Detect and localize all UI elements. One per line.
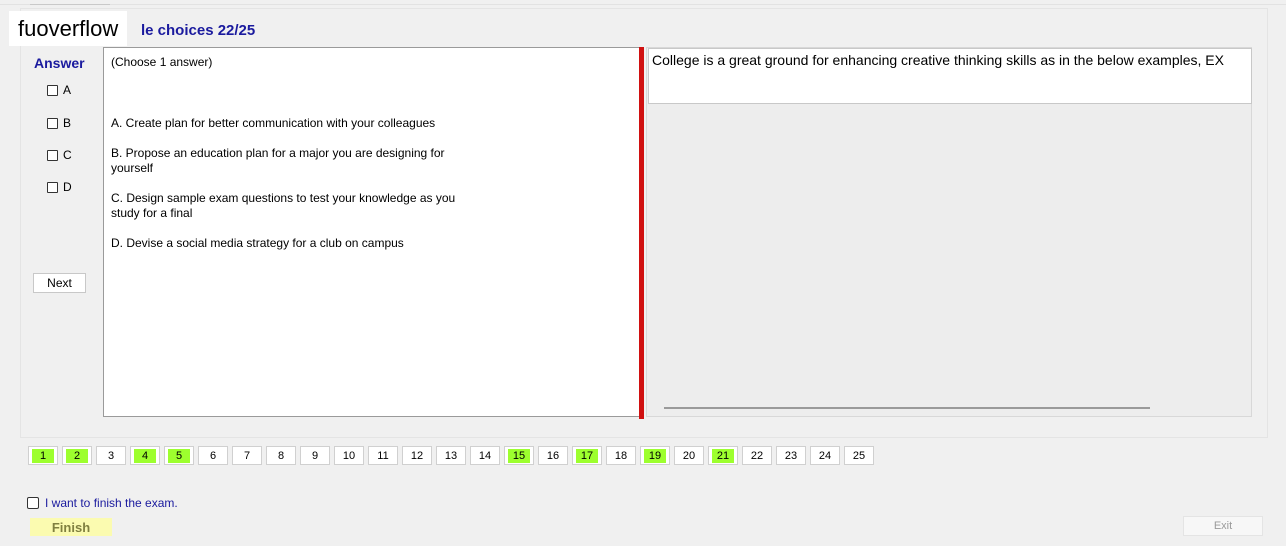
- question-nav-number: 13: [444, 449, 458, 462]
- question-navigator: 1 2 3 4 5 6 7 8 9 10 11 12 13 14 15 16 17 18 19 20 21 22 23 24 2…: [28, 446, 874, 465]
- question-nav-button[interactable]: 7: [232, 446, 262, 465]
- question-nav-number: 9: [311, 449, 319, 462]
- top-tab-edge: [30, 0, 110, 5]
- choice-b-text: B. Propose an education plan for a major…: [111, 146, 445, 175]
- question-nav-number: 4: [134, 448, 156, 463]
- question-nav-button[interactable]: 4: [130, 446, 160, 465]
- question-nav-number: 19: [643, 448, 667, 463]
- question-nav-number: 22: [750, 449, 764, 462]
- question-nav-button[interactable]: 2: [62, 446, 92, 465]
- finish-checkbox[interactable]: [27, 497, 39, 509]
- question-panel: [103, 47, 639, 417]
- question-nav-button[interactable]: 20: [674, 446, 704, 465]
- exit-button[interactable]: Exit: [1183, 516, 1263, 536]
- question-nav-number: 3: [107, 449, 115, 462]
- question-nav-number: 1: [32, 448, 54, 463]
- option-d-checkbox[interactable]: [47, 181, 58, 193]
- question-nav-button[interactable]: 6: [198, 446, 228, 465]
- option-a-label: A: [63, 83, 72, 97]
- finish-confirm[interactable]: I want to finish the exam.: [27, 496, 178, 510]
- question-nav-number: 16: [546, 449, 560, 462]
- option-c-checkbox[interactable]: [47, 149, 58, 161]
- question-nav-number: 23: [784, 449, 798, 462]
- option-d-label: D: [63, 180, 72, 194]
- answer-label: Answer: [34, 55, 85, 71]
- option-c[interactable]: C: [47, 148, 72, 162]
- question-nav-button[interactable]: 9: [300, 446, 330, 465]
- question-nav-button[interactable]: 22: [742, 446, 772, 465]
- question-nav-number: 8: [277, 449, 285, 462]
- question-nav-button[interactable]: 17: [572, 446, 602, 465]
- question-nav-number: 15: [507, 448, 531, 463]
- question-nav-button[interactable]: 25: [844, 446, 874, 465]
- question-nav-number: 14: [478, 449, 492, 462]
- question-nav-button[interactable]: 16: [538, 446, 568, 465]
- top-border: [0, 4, 1286, 5]
- question-nav-number: 20: [682, 449, 696, 462]
- question-nav-number: 12: [410, 449, 424, 462]
- choice-c-text: C. Design sample exam questions to test …: [111, 191, 456, 220]
- choice-a-text: A. Create plan for better communication …: [111, 116, 436, 130]
- question-nav-button[interactable]: 19: [640, 446, 670, 465]
- option-a[interactable]: A: [47, 83, 71, 97]
- question-nav-number: 10: [342, 449, 356, 462]
- question-nav-number: 2: [66, 448, 88, 463]
- horizontal-scrollbar[interactable]: [664, 407, 1150, 409]
- question-nav-number: 24: [818, 449, 832, 462]
- question-instruction: (Choose 1 answer): [111, 55, 213, 69]
- option-b-label: B: [63, 116, 72, 130]
- option-a-checkbox[interactable]: [47, 84, 58, 96]
- question-nav-button[interactable]: 5: [164, 446, 194, 465]
- choice-d-text: D. Devise a social media strategy for a …: [111, 236, 404, 250]
- option-c-label: C: [63, 148, 72, 162]
- question-nav-button[interactable]: 13: [436, 446, 466, 465]
- question-stem-text: College is a great ground for enhancing …: [648, 48, 1252, 104]
- question-nav-number: 6: [209, 449, 217, 462]
- question-nav-button[interactable]: 21: [708, 446, 738, 465]
- question-nav-number: 18: [614, 449, 628, 462]
- question-nav-button[interactable]: 23: [776, 446, 806, 465]
- option-d[interactable]: D: [47, 180, 72, 194]
- finish-checkbox-label: I want to finish the exam.: [45, 496, 178, 510]
- watermark-logo: fuoverflow: [9, 11, 128, 46]
- question-nav-button[interactable]: 11: [368, 446, 398, 465]
- question-nav-button[interactable]: 12: [402, 446, 432, 465]
- question-nav-button[interactable]: 10: [334, 446, 364, 465]
- next-button[interactable]: Next: [33, 273, 86, 293]
- question-nav-button[interactable]: 1: [28, 446, 58, 465]
- question-nav-button[interactable]: 18: [606, 446, 636, 465]
- question-nav-number: 7: [243, 449, 251, 462]
- finish-button[interactable]: Finish: [30, 518, 112, 536]
- option-b-checkbox[interactable]: [47, 117, 58, 129]
- question-nav-button[interactable]: 15: [504, 446, 534, 465]
- question-nav-button[interactable]: 14: [470, 446, 500, 465]
- question-nav-number: 5: [168, 448, 190, 463]
- question-nav-number: 17: [575, 448, 599, 463]
- section-title: le choices 22/25: [141, 22, 256, 39]
- option-b[interactable]: B: [47, 116, 71, 130]
- question-nav-number: 11: [377, 449, 389, 462]
- question-nav-number: 25: [852, 449, 866, 462]
- panel-splitter[interactable]: [639, 47, 644, 419]
- question-nav-button[interactable]: 3: [96, 446, 126, 465]
- question-nav-button[interactable]: 24: [810, 446, 840, 465]
- question-nav-button[interactable]: 8: [266, 446, 296, 465]
- question-nav-number: 21: [711, 448, 735, 463]
